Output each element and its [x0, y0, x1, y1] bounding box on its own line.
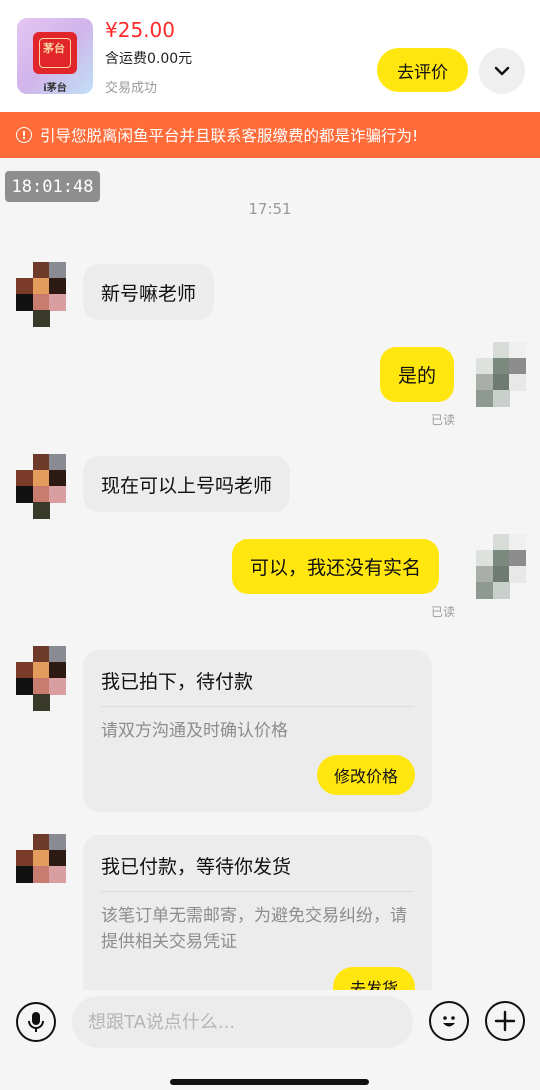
my-avatar[interactable] — [476, 534, 526, 599]
product-thumbnail[interactable]: 茅台 i茅台 — [17, 18, 93, 94]
message-input-bar — [0, 990, 540, 1090]
voice-button[interactable] — [16, 1002, 56, 1042]
order-card-title: 我已付款，等待你发货 — [101, 856, 292, 878]
microphone-icon — [28, 1012, 44, 1032]
product-brand-mark: 茅台 — [43, 42, 65, 55]
smiley-icon — [443, 1016, 455, 1027]
expand-order-button[interactable] — [479, 48, 525, 94]
order-summary[interactable]: 茅台 i茅台 ¥25.00 含运费0.00元 交易成功 去评价 — [0, 0, 540, 112]
order-card-desc: 该笔订单无需邮寄，为避免交易纠纷，请提供相关交易凭证 — [101, 906, 407, 952]
review-button[interactable]: 去评价 — [377, 48, 468, 92]
product-image: 茅台 — [33, 32, 77, 74]
order-status: 交易成功 — [105, 81, 158, 96]
divider — [101, 706, 414, 707]
seller-avatar[interactable] — [16, 646, 66, 711]
fraud-warning-banner: ! 引导您脱离闲鱼平台并且联系客服缴费的都是诈骗行为! — [0, 112, 540, 158]
seller-avatar[interactable] — [16, 834, 66, 896]
modify-price-button[interactable]: 修改价格 — [316, 755, 415, 795]
order-price: ¥25.00 — [105, 18, 175, 42]
plus-icon — [494, 1010, 516, 1032]
order-card-unpaid[interactable]: 我已拍下，待付款 请双方沟通及时确认价格 修改价格 — [83, 650, 432, 812]
message-bubble-self[interactable]: 可以，我还没有实名 — [232, 539, 440, 594]
chevron-down-icon — [494, 66, 510, 76]
my-avatar[interactable] — [476, 342, 526, 407]
message-bubble-self[interactable]: 是的 — [380, 347, 455, 402]
message-bubble[interactable]: 新号嘛老师 — [83, 264, 215, 320]
order-card-desc: 请双方沟通及时确认价格 — [101, 721, 288, 741]
product-app-label: i茅台 — [43, 83, 67, 94]
shipping-fee: 含运费0.00元 — [105, 51, 193, 67]
fraud-warning-text: 引导您脱离闲鱼平台并且联系客服缴费的都是诈骗行为! — [40, 127, 419, 145]
read-receipt: 已读 — [431, 605, 456, 619]
emoji-button[interactable] — [429, 1001, 469, 1041]
home-indicator[interactable] — [170, 1079, 369, 1085]
seller-avatar[interactable] — [16, 454, 66, 519]
message-input[interactable] — [72, 996, 413, 1048]
time-divider: 17:51 — [248, 200, 292, 218]
warning-icon: ! — [16, 127, 32, 143]
read-receipt: 已读 — [431, 413, 456, 427]
order-card-title: 我已拍下，待付款 — [101, 671, 254, 693]
message-bubble[interactable]: 现在可以上号吗老师 — [83, 456, 291, 512]
more-options-button[interactable] — [485, 1001, 525, 1041]
screenshot-timestamp: 18:01:48 — [5, 171, 100, 202]
divider — [101, 891, 414, 892]
seller-avatar[interactable] — [16, 262, 66, 327]
